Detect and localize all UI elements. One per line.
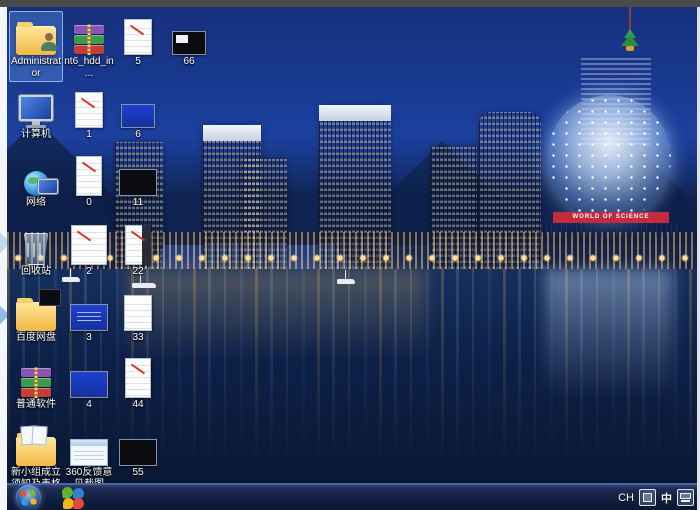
icon-label: 66 bbox=[163, 56, 215, 68]
document-icon bbox=[63, 154, 115, 196]
screenshot-icon bbox=[63, 356, 115, 398]
desktop[interactable]: WORLD OF SCIENCE Administrator nt6_hdd_i… bbox=[7, 7, 697, 510]
desktop-icon-file-22[interactable]: 22 bbox=[111, 221, 165, 280]
document-icon bbox=[112, 223, 164, 265]
desktop-icon-computer[interactable]: 计算机 bbox=[9, 84, 63, 143]
boat bbox=[337, 279, 355, 284]
desktop-icon-file-44[interactable]: 44 bbox=[111, 354, 165, 413]
rar-archive-icon bbox=[10, 356, 62, 398]
rar-archive-icon bbox=[63, 13, 115, 55]
desktop-icon-network[interactable]: 网络 bbox=[9, 152, 63, 211]
start-button[interactable] bbox=[16, 485, 41, 510]
soft-keyboard-icon[interactable] bbox=[677, 489, 694, 506]
ime-chinese-mode-indicator[interactable]: 中 bbox=[661, 490, 672, 506]
screenshot-icon bbox=[112, 86, 164, 128]
sphere-banner: WORLD OF SCIENCE bbox=[553, 212, 669, 223]
desktop-icon-baidu-netdisk-folder[interactable]: 百度网盘 bbox=[9, 287, 63, 346]
user-folder-icon bbox=[10, 13, 62, 55]
icon-label: 6 bbox=[112, 129, 164, 141]
icon-label: 1 bbox=[63, 129, 115, 141]
system-tray: CH 中 bbox=[618, 484, 696, 510]
window-top-border bbox=[0, 0, 700, 7]
document-icon bbox=[112, 289, 164, 331]
icon-label: 回收站 bbox=[10, 266, 62, 278]
desktop-icon-common-software[interactable]: 普通软件 bbox=[9, 354, 63, 413]
screenshot-icon bbox=[63, 289, 115, 331]
document-icon bbox=[112, 13, 164, 55]
icon-label: 2 bbox=[63, 266, 115, 278]
document-icon bbox=[112, 356, 164, 398]
screenshot-icon bbox=[163, 13, 215, 55]
desktop-icon-file-66[interactable]: 66 bbox=[162, 11, 216, 70]
desktop-icon-file-55[interactable]: 55 bbox=[111, 422, 165, 481]
app-folder-icon bbox=[10, 289, 62, 331]
desktop-icon-file-2[interactable]: 2 bbox=[62, 221, 116, 280]
screenshot-icon bbox=[112, 154, 164, 196]
ime-toolbar-icon[interactable] bbox=[639, 489, 656, 506]
icon-label: nt6_hdd_in... bbox=[63, 56, 115, 80]
icon-label: 0 bbox=[63, 197, 115, 209]
desktop-icon-file-0[interactable]: 0 bbox=[62, 152, 116, 211]
christmas-tree-ornament bbox=[615, 7, 645, 59]
icon-label: 计算机 bbox=[10, 129, 62, 141]
desktop-icon-file-11[interactable]: 11 bbox=[111, 152, 165, 211]
language-indicator[interactable]: CH bbox=[618, 492, 634, 504]
icon-label: 22 bbox=[112, 266, 164, 278]
desktop-icon-new-group-folder[interactable]: 新小组成立须知及表格 bbox=[9, 422, 63, 493]
desktop-icon-recycle-bin[interactable]: 回收站 bbox=[9, 221, 63, 280]
desktop-icon-file-4[interactable]: 4 bbox=[62, 354, 116, 413]
icon-label: 网络 bbox=[10, 197, 62, 209]
taskbar-app-360-button[interactable] bbox=[59, 485, 87, 510]
document-icon bbox=[63, 223, 115, 265]
icon-label: 55 bbox=[112, 467, 164, 479]
window-screenshot-icon bbox=[63, 424, 115, 466]
icon-label: 33 bbox=[112, 332, 164, 344]
screenshot-icon bbox=[112, 424, 164, 466]
taskbar: CH 中 bbox=[7, 483, 697, 510]
desktop-icon-file-3[interactable]: 3 bbox=[62, 287, 116, 346]
icon-label: 4 bbox=[63, 399, 115, 411]
windows-logo-icon bbox=[20, 489, 36, 505]
documents-folder-icon bbox=[10, 424, 62, 466]
desktop-icon-nt6-hdd-installer[interactable]: nt6_hdd_in... bbox=[62, 11, 116, 82]
pinwheel-app-icon bbox=[62, 487, 84, 509]
icon-label: 3 bbox=[63, 332, 115, 344]
desktop-icon-file-1[interactable]: 1 bbox=[62, 84, 116, 143]
document-icon bbox=[63, 86, 115, 128]
recycle-bin-icon bbox=[10, 223, 62, 265]
icon-label: 5 bbox=[112, 56, 164, 68]
icon-label: 44 bbox=[112, 399, 164, 411]
desktop-icon-file-33[interactable]: 33 bbox=[111, 287, 165, 346]
desktop-icon-file-6[interactable]: 6 bbox=[111, 84, 165, 143]
icon-label: Administrator bbox=[10, 56, 62, 80]
computer-icon bbox=[10, 86, 62, 128]
network-icon bbox=[10, 154, 62, 196]
science-world-sphere bbox=[547, 95, 671, 221]
desktop-icon-file-5[interactable]: 5 bbox=[111, 11, 165, 70]
icon-label: 普通软件 bbox=[10, 399, 62, 411]
icon-label: 11 bbox=[112, 197, 164, 209]
desktop-icon-administrator[interactable]: Administrator bbox=[9, 11, 63, 82]
icon-label: 百度网盘 bbox=[10, 332, 62, 344]
page-left-margin bbox=[0, 7, 7, 510]
